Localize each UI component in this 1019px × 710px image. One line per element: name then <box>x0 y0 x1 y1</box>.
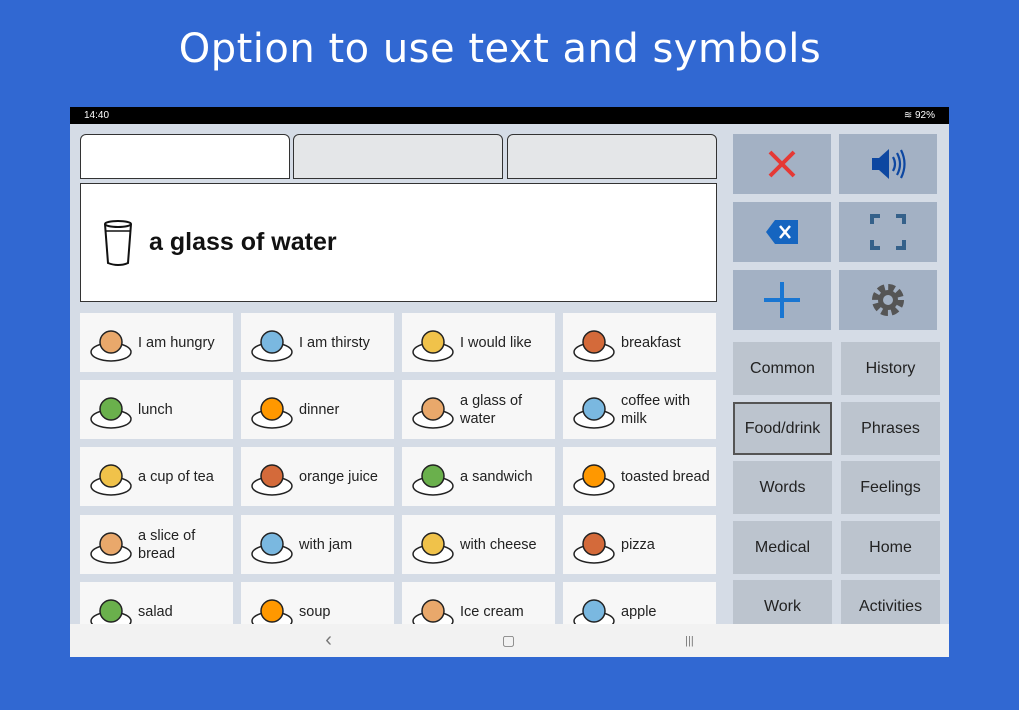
symbol-cell[interactable]: orange juice <box>241 447 394 506</box>
symbol-cell[interactable]: a slice of bread <box>80 515 233 574</box>
symbol-cell[interactable]: I would like <box>402 313 555 372</box>
symbol-cell[interactable]: a cup of tea <box>80 447 233 506</box>
symbol-icon <box>251 531 293 564</box>
backspace-icon <box>766 220 798 244</box>
symbol-label: with jam <box>299 536 353 553</box>
symbol-icon <box>90 396 132 429</box>
category-common[interactable]: Common <box>733 342 832 395</box>
category-food-drink[interactable]: Food/drink <box>733 402 832 455</box>
symbol-cell[interactable]: pizza <box>563 515 716 574</box>
symbol-cell[interactable]: toasted bread <box>563 447 716 506</box>
symbol-label: I would like <box>460 334 532 351</box>
category-history[interactable]: History <box>841 342 940 395</box>
fullscreen-icon <box>870 214 906 250</box>
symbol-icon <box>573 396 615 429</box>
symbol-cell[interactable]: with jam <box>241 515 394 574</box>
symbol-label: I am thirsty <box>299 334 370 351</box>
symbol-icon <box>573 329 615 362</box>
back-button[interactable]: ‹ <box>325 629 332 652</box>
symbol-cell[interactable]: dinner <box>241 380 394 439</box>
symbol-cell[interactable]: coffee with milk <box>563 380 716 439</box>
symbol-cell[interactable]: a glass of water <box>402 380 555 439</box>
tab-1[interactable] <box>80 134 290 179</box>
message-bar[interactable]: a glass of water <box>80 183 717 302</box>
category-home[interactable]: Home <box>841 521 940 574</box>
home-button[interactable]: ▢ <box>502 632 515 649</box>
glass-icon <box>104 219 132 266</box>
symbol-icon <box>90 463 132 496</box>
add-button[interactable] <box>733 270 831 330</box>
symbol-label: a cup of tea <box>138 468 214 485</box>
plus-icon <box>764 282 800 318</box>
fullscreen-button[interactable] <box>839 202 937 262</box>
symbol-label: a slice of bread <box>138 527 196 562</box>
symbol-label: dinner <box>299 401 340 418</box>
app-screen: 14:40 ≋ 92% a glass of water I am hungry… <box>70 107 949 657</box>
symbol-label: a glass of water <box>460 392 523 427</box>
symbol-label: salad <box>138 603 173 620</box>
category-words[interactable]: Words <box>733 461 832 514</box>
symbol-label: orange juice <box>299 468 378 485</box>
symbol-cell[interactable]: I am hungry <box>80 313 233 372</box>
symbol-label: coffee with milk <box>621 392 691 427</box>
symbol-icon <box>251 329 293 362</box>
symbol-label: apple <box>621 603 657 620</box>
nav-bar: ‹ ▢ ||| <box>70 624 949 657</box>
symbol-label: I am hungry <box>138 334 215 351</box>
symbol-icon <box>412 396 454 429</box>
symbol-icon <box>412 463 454 496</box>
symbol-cell[interactable]: I am thirsty <box>241 313 394 372</box>
symbol-label: breakfast <box>621 334 681 351</box>
message-text: a glass of water <box>149 228 337 256</box>
symbol-label: toasted bread <box>621 468 710 485</box>
symbol-cell[interactable]: breakfast <box>563 313 716 372</box>
symbol-label: soup <box>299 603 331 620</box>
symbol-cell[interactable]: a sandwich <box>402 447 555 506</box>
symbol-icon <box>573 531 615 564</box>
recent-apps-button[interactable]: ||| <box>685 635 694 647</box>
x-icon <box>768 150 796 178</box>
symbol-label: with cheese <box>460 536 537 553</box>
symbol-icon <box>90 531 132 564</box>
category-medical[interactable]: Medical <box>733 521 832 574</box>
symbol-cell[interactable]: lunch <box>80 380 233 439</box>
symbol-icon <box>573 463 615 496</box>
symbol-cell[interactable]: with cheese <box>402 515 555 574</box>
status-bar: 14:40 ≋ 92% <box>70 107 949 124</box>
clock: 14:40 <box>84 110 110 121</box>
symbol-label: pizza <box>621 536 655 553</box>
wifi-icon: ≋ <box>903 110 915 121</box>
gear-icon <box>872 284 904 316</box>
settings-button[interactable] <box>839 270 937 330</box>
speak-button[interactable] <box>839 134 937 194</box>
symbol-icon <box>412 329 454 362</box>
tab-2[interactable] <box>293 134 503 179</box>
symbol-icon <box>90 329 132 362</box>
speaker-icon <box>872 149 906 179</box>
symbol-label: a sandwich <box>460 468 533 485</box>
symbol-icon <box>251 463 293 496</box>
category-phrases[interactable]: Phrases <box>841 402 940 455</box>
tab-3[interactable] <box>507 134 717 179</box>
headline: Option to use text and symbols <box>178 26 822 72</box>
backspace-button[interactable] <box>733 202 831 262</box>
clear-button[interactable] <box>733 134 831 194</box>
symbol-icon <box>251 396 293 429</box>
symbol-icon <box>412 531 454 564</box>
symbol-label: lunch <box>138 401 173 418</box>
category-feelings[interactable]: Feelings <box>841 461 940 514</box>
battery: 92% <box>914 110 935 121</box>
symbol-label: Ice cream <box>460 603 524 620</box>
